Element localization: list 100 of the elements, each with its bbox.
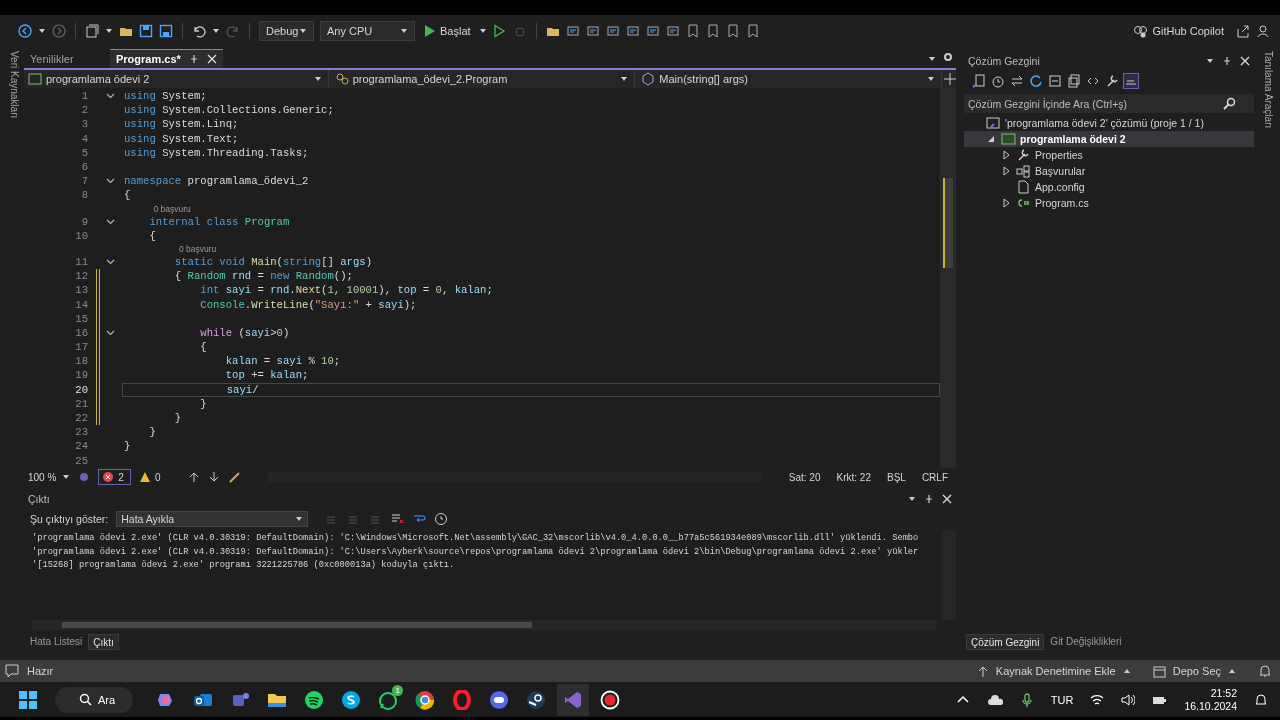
scrollbar[interactable] (940, 88, 956, 468)
copy-icon[interactable] (1067, 74, 1081, 88)
collapsed-arrow-icon[interactable] (1001, 150, 1011, 160)
save-all-icon[interactable] (159, 24, 173, 38)
record-icon[interactable] (600, 689, 621, 710)
feedback-icon[interactable] (1256, 24, 1270, 38)
bookmark-icon[interactable] (705, 24, 720, 38)
music-app-icon[interactable] (304, 689, 325, 710)
settings-icon[interactable] (942, 51, 954, 63)
side-tab[interactable]: Tanılama Araçları (1256, 47, 1274, 655)
scrollbar[interactable] (32, 620, 936, 630)
back-icon[interactable] (18, 24, 32, 38)
microphone-icon[interactable] (1019, 692, 1034, 707)
arrow-down-icon[interactable] (208, 471, 221, 483)
fold-icon[interactable] (106, 328, 115, 337)
line-ending[interactable]: CRLF (921, 471, 948, 483)
caret-icon[interactable] (38, 27, 46, 35)
clock-icon[interactable] (434, 512, 449, 526)
undo-icon[interactable] (192, 24, 206, 38)
repository-button[interactable]: Depo Seç (1152, 664, 1236, 678)
tree-item[interactable]: 'programlama ödevi 2' çözümü (proje 1 / 1) (964, 115, 1254, 131)
search-field[interactable]: Çözüm Gezgini İçinde Ara (Ctrl+ş) (964, 94, 1254, 113)
panel-tab[interactable]: Çıktı (88, 634, 119, 650)
document-tab[interactable]: Program.cs* (110, 49, 223, 68)
panel-tab[interactable]: Git Değişiklikleri (1046, 634, 1126, 650)
error-count[interactable]: 2 (98, 469, 131, 485)
caret-icon[interactable] (105, 27, 113, 35)
caret-icon[interactable] (1206, 57, 1214, 65)
bookmark-icon[interactable] (685, 24, 700, 38)
caret-icon[interactable] (478, 27, 487, 35)
fold-icon[interactable] (106, 92, 115, 101)
fold-icon[interactable] (106, 177, 115, 186)
side-tab[interactable]: Veri Kaynakları (0, 47, 20, 655)
tree-item[interactable]: programlama ödevi 2 (964, 131, 1254, 147)
history-icon[interactable] (991, 74, 1005, 88)
tree-item[interactable]: Program.cs (964, 195, 1254, 211)
browser-ring-icon[interactable] (452, 689, 473, 710)
share-icon[interactable] (1236, 24, 1250, 38)
close-icon[interactable] (942, 494, 952, 504)
preview-icon[interactable] (1124, 74, 1138, 88)
collapsed-arrow-icon[interactable] (1001, 166, 1011, 176)
start-icon[interactable] (18, 689, 38, 710)
split-icon[interactable] (944, 73, 956, 85)
warning-count[interactable]: 0 (138, 471, 161, 483)
refresh-icon[interactable] (1029, 74, 1043, 88)
notification-icon[interactable] (1254, 692, 1268, 707)
close-icon[interactable] (1240, 56, 1250, 66)
forward-icon[interactable] (52, 24, 66, 38)
brush-icon[interactable] (228, 471, 241, 483)
wifi-icon[interactable] (1090, 692, 1105, 707)
tree-item[interactable]: App.config (964, 179, 1254, 195)
tree-item[interactable]: Başvurular (964, 163, 1254, 179)
arrow-up-icon[interactable] (188, 471, 201, 483)
code-lens[interactable]: 0 başvuru (153, 203, 191, 214)
caret-icon[interactable] (299, 27, 307, 35)
pin-icon[interactable] (1222, 56, 1232, 66)
switch-view-icon[interactable] (972, 74, 986, 88)
save-icon[interactable] (139, 24, 153, 38)
window-icon[interactable] (565, 24, 580, 38)
new-item-icon[interactable] (85, 24, 99, 38)
panel-tab[interactable]: Hata Listesi (26, 634, 87, 650)
pin-icon[interactable] (188, 54, 199, 64)
insert-mode[interactable]: BŞL (886, 471, 906, 483)
fold-icon[interactable] (106, 217, 115, 226)
expanded-arrow-icon[interactable] (986, 134, 996, 144)
zoom-dropdown[interactable]: 100 % (28, 471, 71, 483)
keyboard-language[interactable]: TUR (1050, 693, 1074, 706)
source-control-button[interactable]: Kaynak Denetimine Ekle (976, 664, 1131, 678)
pin-icon[interactable] (924, 494, 934, 504)
tree-item[interactable]: Properties (964, 147, 1254, 163)
collapse-icon[interactable] (1048, 74, 1062, 88)
bell-icon[interactable] (1258, 664, 1272, 678)
caret-icon[interactable] (928, 55, 936, 63)
start-button[interactable]: Başlat (421, 24, 473, 38)
wrench-icon[interactable] (1105, 74, 1119, 88)
speaker-icon[interactable] (1121, 692, 1136, 707)
play-outline-icon[interactable] (492, 24, 507, 38)
browser-icon[interactable] (415, 689, 436, 710)
output-source-dropdown[interactable]: Hata Ayıkla (116, 511, 309, 527)
caret-icon[interactable] (908, 495, 916, 503)
fold-icon[interactable] (106, 257, 115, 266)
platform-dropdown[interactable]: Any CPU (320, 21, 415, 41)
sync-icon[interactable] (1010, 74, 1024, 88)
cloud-icon[interactable] (986, 692, 1003, 707)
document-tab[interactable]: Yenilikler (24, 49, 104, 68)
game-store-app-icon[interactable] (526, 689, 547, 710)
clock-date[interactable]: 16.10.2024 (1184, 699, 1237, 713)
call-app-icon[interactable] (341, 689, 362, 710)
code-lens[interactable]: 0 başvuru (178, 243, 217, 254)
caret-icon[interactable] (400, 27, 408, 35)
bookmark-icon[interactable] (745, 24, 760, 38)
clear-icon[interactable] (390, 512, 405, 526)
close-icon[interactable] (206, 54, 217, 64)
caret-icon[interactable] (212, 27, 220, 35)
configuration-dropdown[interactable]: Debug (259, 21, 314, 41)
copilot-button[interactable]: GitHub Copilot (1133, 24, 1224, 38)
game-chat-app-icon[interactable] (489, 689, 510, 710)
panel-tab[interactable]: Çözüm Gezgini (966, 634, 1045, 650)
collapsed-arrow-icon[interactable] (1001, 198, 1011, 208)
messenger-app-icon[interactable] (378, 689, 399, 710)
